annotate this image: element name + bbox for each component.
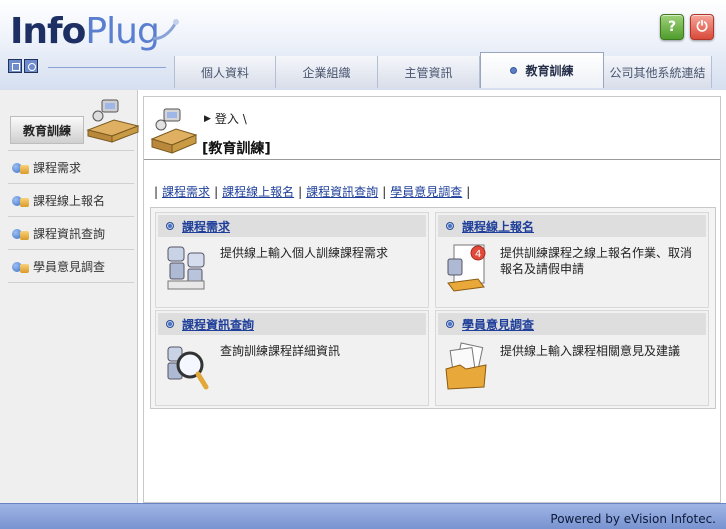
plug-swoosh-icon [152,19,179,40]
sidebar-item-course-info[interactable]: 課程資訊查詢 [8,218,134,250]
training-desk-icon [86,99,140,143]
card-title-link[interactable]: 課程線上報名 [462,218,534,235]
link-separator: | [214,184,219,199]
link-separator: | [298,184,303,199]
training-desk-icon [150,108,198,154]
tab-label: 主管資訊 [404,65,453,80]
title-divider [144,159,720,160]
powered-by-text: Powered by eVision Infotec. [550,512,716,526]
sidebar-item-label: 學員意見調查 [33,260,106,274]
survey-folder-icon[interactable] [444,341,490,393]
quicklink-survey[interactable]: 學員意見調查 [390,183,462,200]
tab-manager-info[interactable]: 主管資訊 [378,56,480,88]
course-info-icon [12,226,30,242]
logout-button[interactable]: ⏻ [690,14,714,40]
sidebar-item-online-signup[interactable]: 課程線上報名 [8,185,134,217]
footer-bar: Powered by eVision Infotec. [0,503,726,529]
tab-training[interactable]: 教育訓練 [480,52,604,88]
card-title-link[interactable]: 學員意見調查 [462,316,534,333]
help-icon: ? [667,19,677,35]
bullet-icon [166,320,174,328]
card-course-needs: 課程需求 提供線上輸入個人訓練課程需求 [155,212,429,308]
quick-links: | 課程需求 | 課程線上報名 | 課程資訊查詢 | 學員意見調查 | [154,183,470,200]
breadcrumb-text[interactable]: 登入 \ [215,110,247,127]
sidebar-item-label: 課程需求 [33,161,82,175]
main-panel: ▶ 登入 \ [教育訓練] | 課程需求 | 課程線上報名 | 課程資訊查詢 |… [143,96,721,503]
tab-organization[interactable]: 企業組織 [276,56,378,88]
card-survey: 學員意見調查 提供線上輸入課程相關意見及建議 [435,310,709,406]
magnifier-icon[interactable] [164,341,210,393]
robots-icon[interactable] [164,243,210,295]
tab-label: 教育訓練 [525,64,574,78]
card-description: 提供線上輸入課程相關意見及建議 [500,344,681,358]
sidebar-item-label: 課程資訊查詢 [33,227,106,241]
app-header: Info Plug ? ⏻ 個人資料 企業組織 主管資訊 教育訓練 公司其他系統連… [0,0,726,90]
main-tabs: 個人資料 企業組織 主管資訊 教育訓練 公司其他系統連結 [174,52,712,88]
logo-underline [48,67,166,68]
card-header: 課程資訊查詢 [158,313,426,335]
power-icon: ⏻ [696,19,708,35]
bullet-icon [446,222,454,230]
bullet-icon [166,222,174,230]
window-view-icon[interactable] [8,59,22,73]
page-title: [教育訓練] [202,141,271,157]
link-separator: | [154,184,159,199]
breadcrumb-arrow-icon: ▶ [204,113,211,124]
tab-label: 企業組織 [302,65,351,80]
bullet-icon [446,320,454,328]
card-description: 提供訓練課程之線上報名作業、取消報名及請假申請 [500,246,693,276]
svg-text:4: 4 [475,249,481,260]
course-needs-icon [12,160,30,176]
quicklink-course-info[interactable]: 課程資訊查詢 [306,183,378,200]
card-header: 課程需求 [158,215,426,237]
quicklink-course-needs[interactable]: 課程需求 [162,183,210,200]
tab-personal-data[interactable]: 個人資料 [174,56,276,88]
card-header: 課程線上報名 [438,215,706,237]
sidebar-item-course-needs[interactable]: 課程需求 [8,152,134,184]
sidebar-header: 教育訓練 [8,96,140,148]
quicklink-online-signup[interactable]: 課程線上報名 [222,183,294,200]
user-view-icon[interactable] [24,59,38,73]
sidebar-divider [8,150,134,151]
tab-label: 公司其他系統連結 [609,65,706,80]
link-separator: | [466,184,471,199]
link-separator: | [382,184,387,199]
card-title-link[interactable]: 課程資訊查詢 [182,316,254,333]
signup-form-icon[interactable]: 4 [444,243,490,295]
tab-other-systems[interactable]: 公司其他系統連結 [604,56,712,88]
sidebar: 教育訓練 課程需求 課程線上報名 課程資訊查詢 學員意見調查 [0,90,140,503]
sidebar-title: 教育訓練 [10,116,84,144]
logo-text-plug: Plug [85,11,159,52]
tab-label: 個人資料 [200,65,249,80]
function-cards: 課程需求 提供線上輸入個人訓練課程需求 課程線上報名 4 提供訓練課程之線上報名… [150,207,716,409]
sidebar-item-survey[interactable]: 學員意見調查 [8,251,134,283]
card-title-link[interactable]: 課程需求 [182,218,230,235]
card-description: 查詢訓練課程詳細資訊 [220,344,341,358]
help-button[interactable]: ? [660,14,684,40]
card-description: 提供線上輸入個人訓練課程需求 [220,246,389,260]
sidebar-item-label: 課程線上報名 [33,194,106,208]
logo-text-info: Info [10,11,86,52]
active-tab-dot-icon [510,67,518,74]
card-course-info: 課程資訊查詢 查詢訓練課程詳細資訊 [155,310,429,406]
view-switcher [8,59,38,73]
breadcrumb: ▶ 登入 \ [204,110,247,127]
card-header: 學員意見調查 [438,313,706,335]
card-online-signup: 課程線上報名 4 提供訓練課程之線上報名作業、取消報名及請假申請 [435,212,709,308]
survey-icon [12,259,30,275]
online-signup-icon [12,193,30,209]
infoplug-logo: Info Plug [10,11,160,52]
